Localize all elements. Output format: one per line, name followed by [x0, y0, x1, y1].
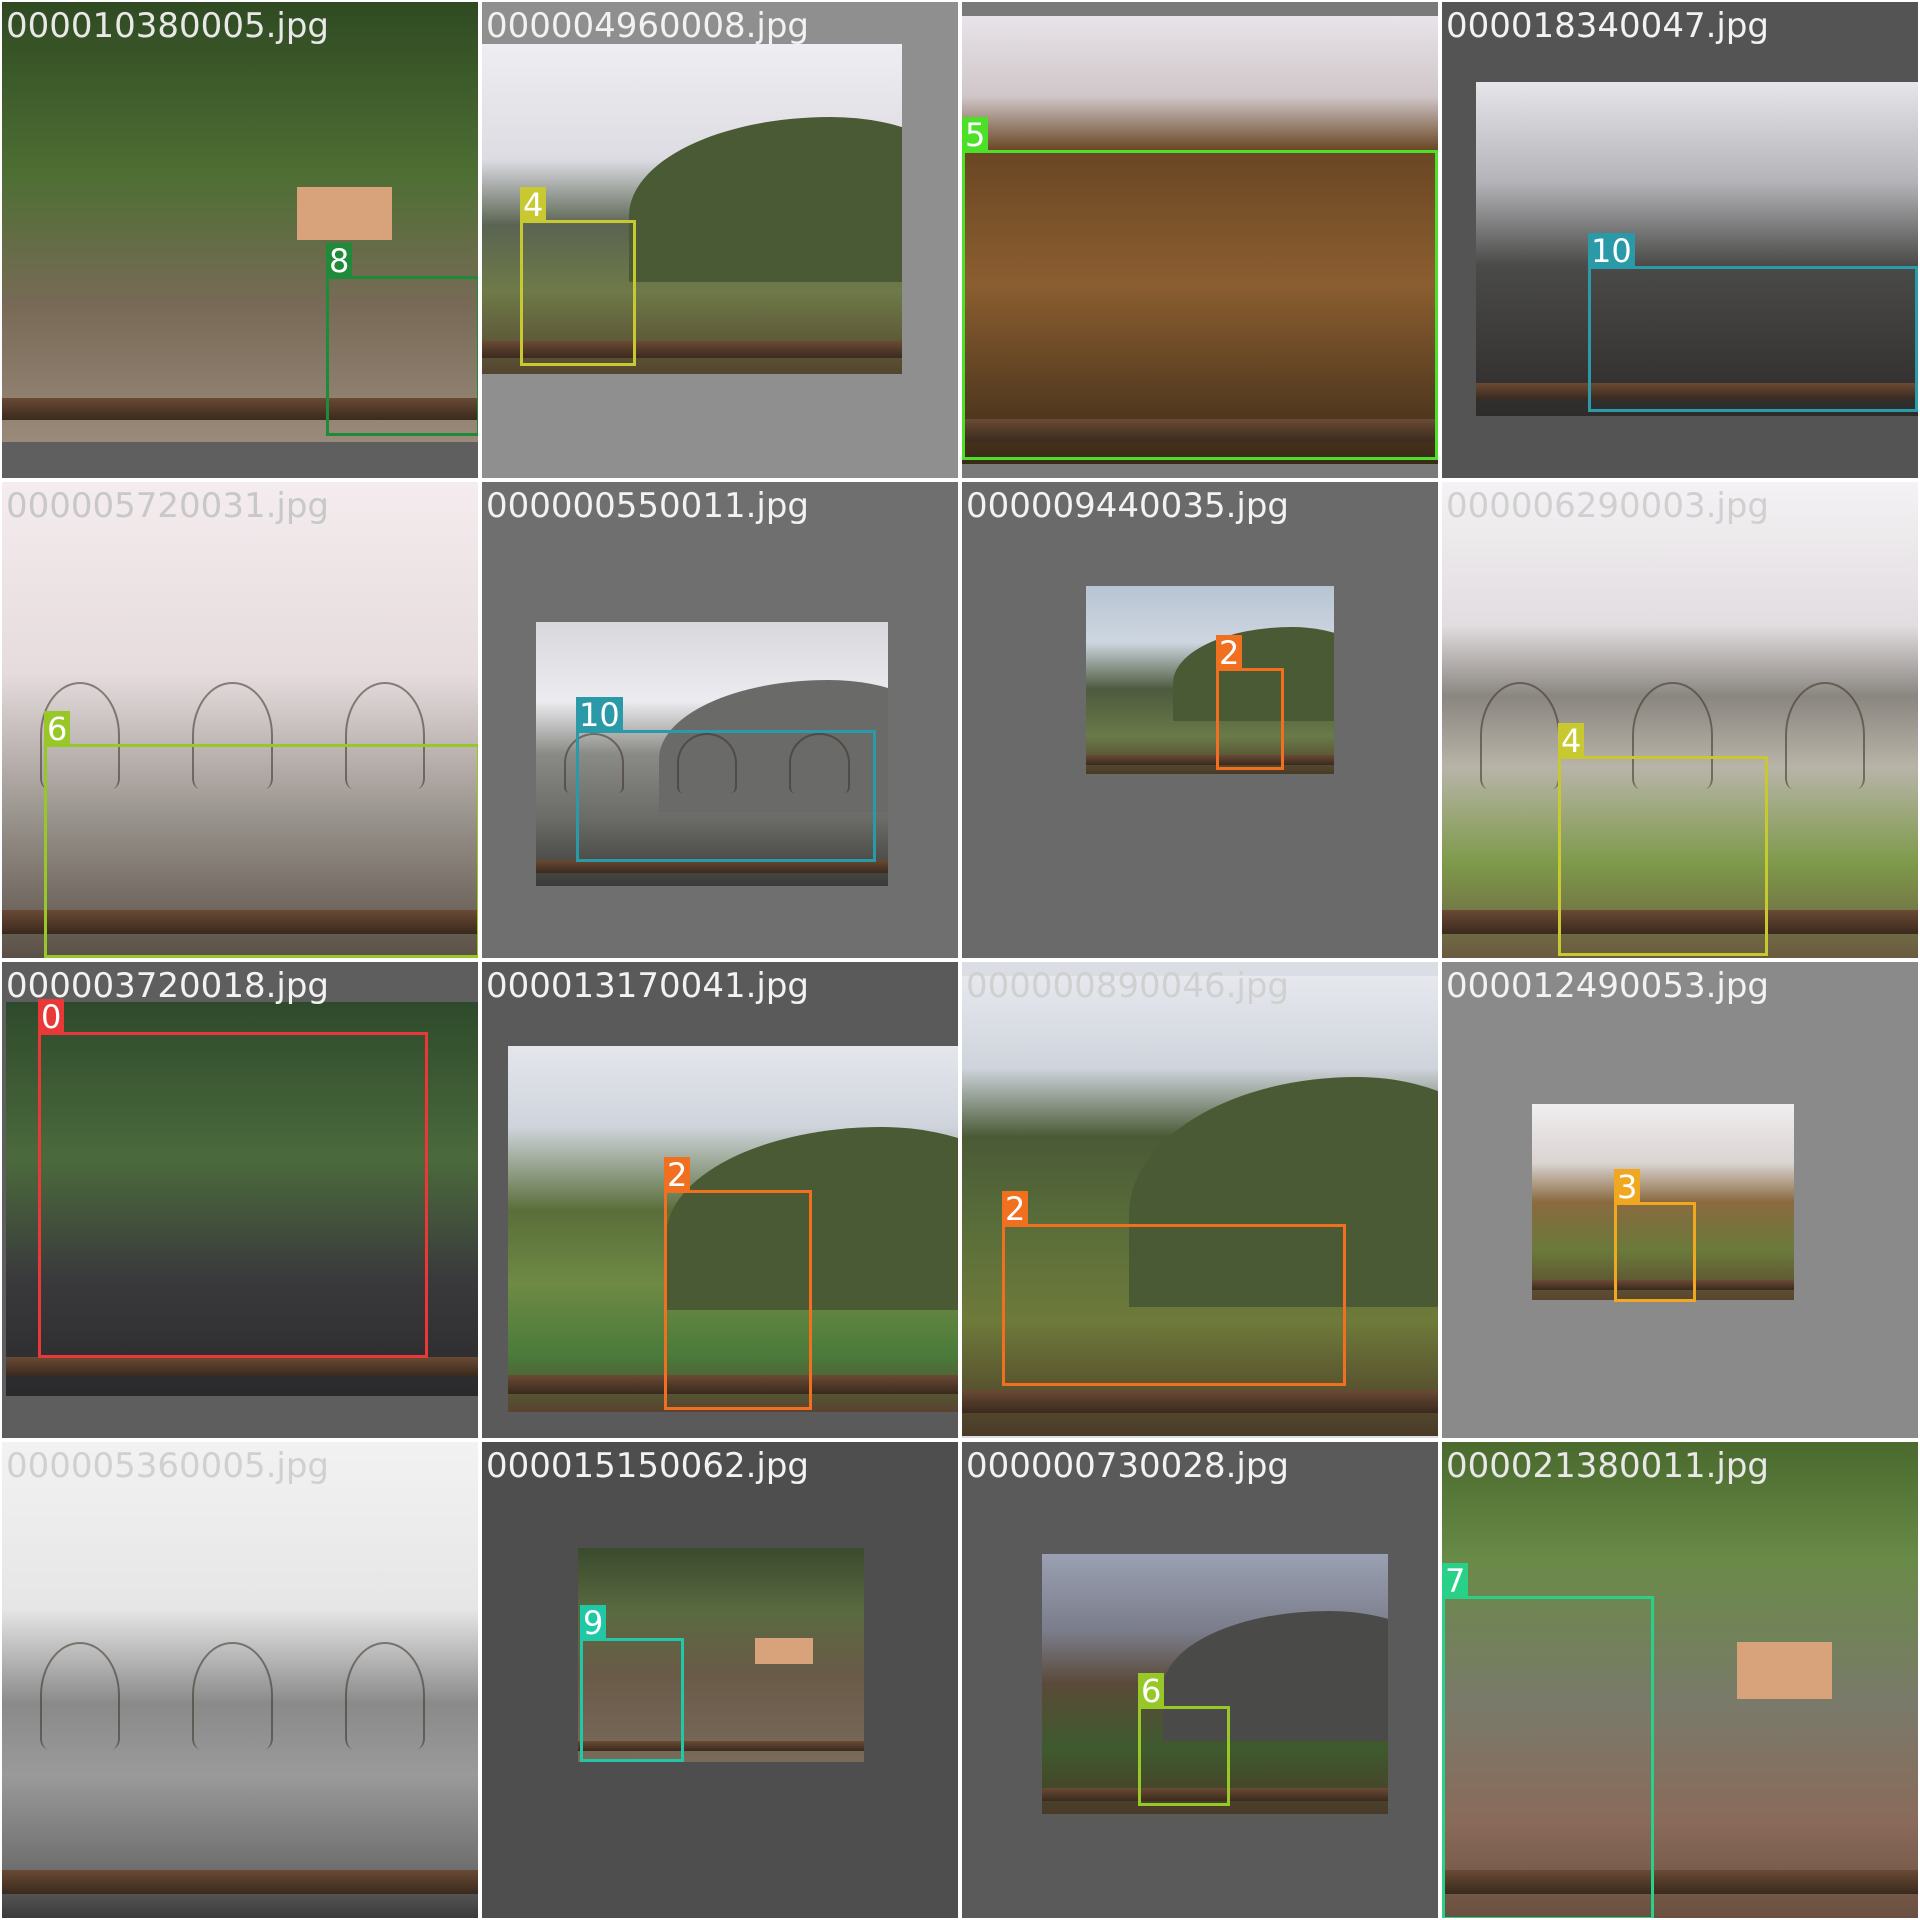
hill-shape [629, 116, 902, 282]
bird-photo [1086, 586, 1334, 774]
grid-tile: 8 000010380005.jpg [2, 2, 478, 478]
detection-box: 10 [576, 697, 876, 862]
image-filename: 000013170041.jpg [486, 966, 809, 1006]
detection-box: 7 [1442, 1563, 1654, 1918]
image-filename: 000012490053.jpg [1446, 966, 1769, 1006]
detection-box: 2 [664, 1157, 812, 1410]
detection-box: 8 [326, 243, 478, 436]
image-grid: 8 000010380005.jpg 4 000004960008.jpg 5 10 000… [0, 0, 1920, 1920]
detection-label: 8 [326, 243, 353, 279]
grid-tile: 10 000000550011.jpg [482, 482, 958, 958]
image-filename: 000000550011.jpg [486, 486, 809, 526]
grid-tile: 7 000021380011.jpg [1442, 1442, 1918, 1918]
perch-branch [2, 1870, 478, 1895]
grid-tile: 9 000015150062.jpg [482, 1442, 958, 1918]
grid-tile: 2 000013170041.jpg [482, 962, 958, 1438]
detection-box: 5 [962, 117, 1438, 460]
image-filename: 000021380011.jpg [1446, 1446, 1769, 1486]
detection-label: 9 [580, 1605, 607, 1641]
grid-tile: 000005360005.jpg [2, 1442, 478, 1918]
detection-label: 3 [1614, 1169, 1641, 1205]
grid-tile: 2 000000890046.jpg [962, 962, 1438, 1438]
detection-label: 2 [664, 1157, 691, 1193]
detection-label: 4 [1558, 723, 1585, 759]
detection-label: 2 [1002, 1191, 1029, 1227]
image-filename: 000006290003.jpg [1446, 486, 1769, 526]
detection-box: 10 [1588, 233, 1918, 412]
detection-label: 10 [1588, 233, 1635, 269]
birdhouse-shape [755, 1637, 813, 1664]
image-filename: 000005720031.jpg [6, 486, 329, 526]
grid-tile: 10 000018340047.jpg [1442, 2, 1918, 478]
tree-shape [192, 1641, 273, 1749]
detection-box: 2 [1002, 1191, 1346, 1386]
tree-shape [344, 1641, 425, 1749]
detection-box: 4 [1558, 723, 1768, 956]
detection-label: 7 [1442, 1563, 1469, 1599]
grid-tile: 6 000005720031.jpg [2, 482, 478, 958]
image-filename: 000005360005.jpg [6, 1446, 329, 1486]
detection-label: 10 [576, 697, 623, 733]
image-filename: 000010380005.jpg [6, 6, 329, 46]
detection-box: 6 [44, 711, 478, 958]
perch-branch [962, 1390, 1438, 1413]
image-filename: 000009440035.jpg [966, 486, 1289, 526]
tree-shape [40, 1641, 121, 1749]
perch-branch [1086, 755, 1334, 765]
grid-tile: 2 000009440035.jpg [962, 482, 1438, 958]
birdhouse-shape [1737, 1641, 1833, 1700]
image-filename: 000000730028.jpg [966, 1446, 1289, 1486]
detection-box: 9 [580, 1605, 684, 1762]
image-filename: 000015150062.jpg [486, 1446, 809, 1486]
tree-shape [1480, 681, 1561, 789]
detection-box: 6 [1138, 1673, 1230, 1806]
detection-box: 2 [1216, 635, 1284, 770]
grid-tile: 6 000000730028.jpg [962, 1442, 1438, 1918]
grid-tile: 4 000006290003.jpg [1442, 482, 1918, 958]
detection-box: 0 [38, 999, 428, 1358]
grid-tile: 4 000004960008.jpg [482, 2, 958, 478]
detection-label: 2 [1216, 635, 1243, 671]
image-filename: 000000890046.jpg [966, 966, 1289, 1006]
grid-tile: 3 000012490053.jpg [1442, 962, 1918, 1438]
image-filename: 000004960008.jpg [486, 6, 809, 46]
grid-tile: 5 [962, 2, 1438, 478]
detection-label: 0 [38, 999, 65, 1035]
detection-box: 3 [1614, 1169, 1696, 1302]
image-filename: 000018340047.jpg [1446, 6, 1769, 46]
tree-shape [1784, 681, 1865, 789]
detection-label: 6 [44, 711, 71, 747]
detection-label: 4 [520, 187, 547, 223]
detection-label: 5 [962, 117, 989, 153]
detection-label: 6 [1138, 1673, 1165, 1709]
detection-box: 4 [520, 187, 636, 366]
perch-branch [6, 1356, 478, 1377]
grid-tile: 0 000003720018.jpg [2, 962, 478, 1438]
birdhouse-shape [297, 186, 393, 240]
bird-photo [2, 1442, 478, 1918]
